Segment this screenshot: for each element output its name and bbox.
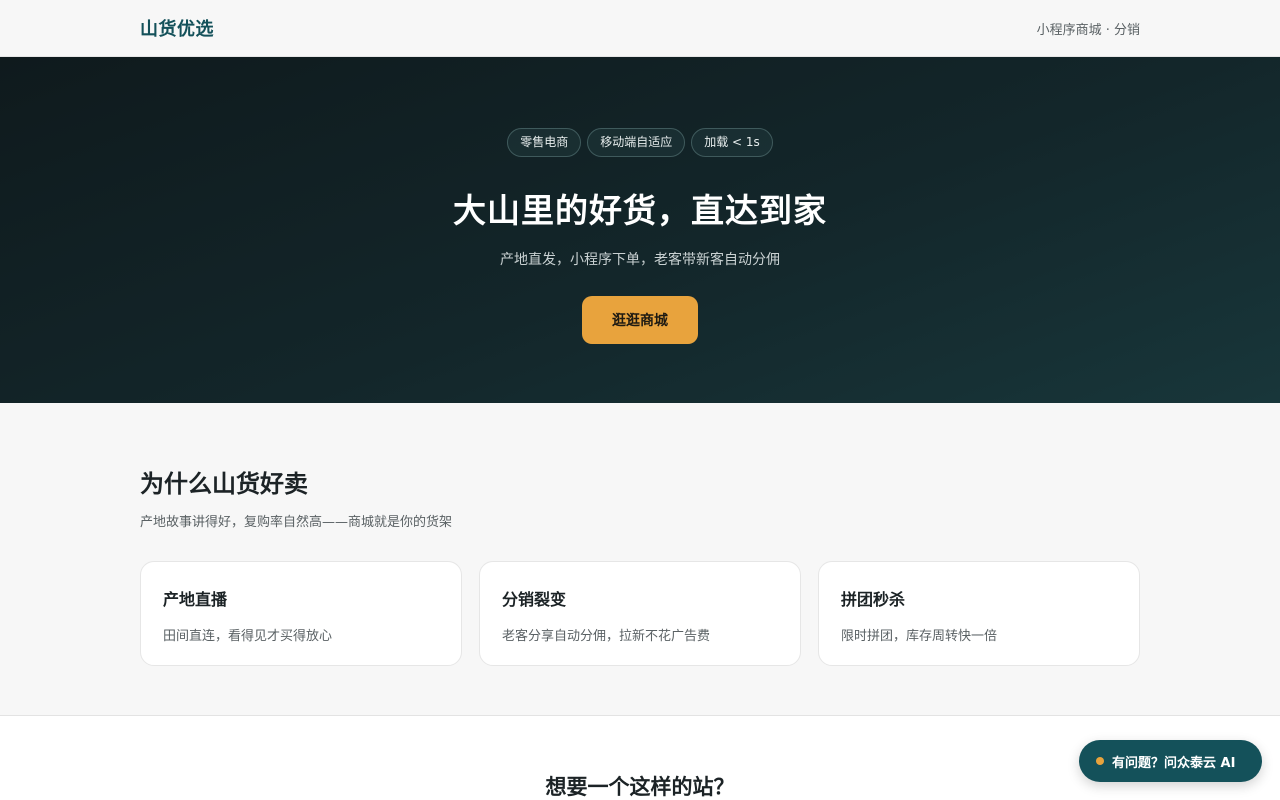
hero-tag-speed: 加载 < 1s	[691, 128, 773, 157]
feature-card-desc: 田间直连，看得见才买得放心	[163, 629, 333, 644]
brand-logo[interactable]: 山货优选	[140, 15, 214, 41]
hero-tag-mobile: 移动端自适应	[587, 128, 686, 157]
features-section: 为什么山货好卖 产地故事讲得好，复购率自然高——商城就是你的货架 产地直播 田间…	[0, 403, 1280, 716]
feature-card-desc: 限时拼团，库存周转快一倍	[841, 629, 998, 644]
ai-chat-label: 有问题？问众泰云 AI	[1112, 755, 1236, 771]
nav-tagline: 小程序商城 · 分销	[1036, 22, 1140, 38]
top-nav: 山货优选 小程序商城 · 分销	[0, 0, 1280, 57]
feature-card-title: 产地直播	[163, 590, 228, 609]
hero-title: 大山里的好货，直达到家	[453, 191, 827, 230]
feature-card-title: 拼团秒杀	[841, 590, 906, 609]
hero-tags: 零售电商 移动端自适应 加载 < 1s	[507, 128, 773, 157]
contact-cta-title: 想要一个这样的站？	[545, 775, 735, 799]
feature-card-live: 产地直播 田间直连，看得见才买得放心	[140, 561, 462, 666]
feature-card-referral: 分销裂变 老客分享自动分佣，拉新不花广告费	[479, 561, 801, 666]
status-dot-icon	[1096, 757, 1104, 765]
ai-chat-button[interactable]: 有问题？问众泰云 AI	[1079, 740, 1262, 782]
feature-card-groupbuy: 拼团秒杀 限时拼团，库存周转快一倍	[818, 561, 1140, 666]
shop-now-button[interactable]: 逛逛商城	[582, 296, 698, 344]
hero-tag-retail: 零售电商	[507, 128, 582, 157]
features-title: 为什么山货好卖	[140, 470, 308, 498]
features-subtitle: 产地故事讲得好，复购率自然高——商城就是你的货架	[140, 515, 453, 530]
feature-cards: 产地直播 田间直连，看得见才买得放心 分销裂变 老客分享自动分佣，拉新不花广告费…	[140, 561, 1140, 666]
hero-section: 零售电商 移动端自适应 加载 < 1s 大山里的好货，直达到家 产地直发，小程序…	[0, 57, 1280, 403]
feature-card-desc: 老客分享自动分佣，拉新不花广告费	[502, 629, 711, 644]
feature-card-title: 分销裂变	[502, 590, 567, 609]
hero-subtitle: 产地直发，小程序下单，老客带新客自动分佣	[500, 252, 780, 268]
